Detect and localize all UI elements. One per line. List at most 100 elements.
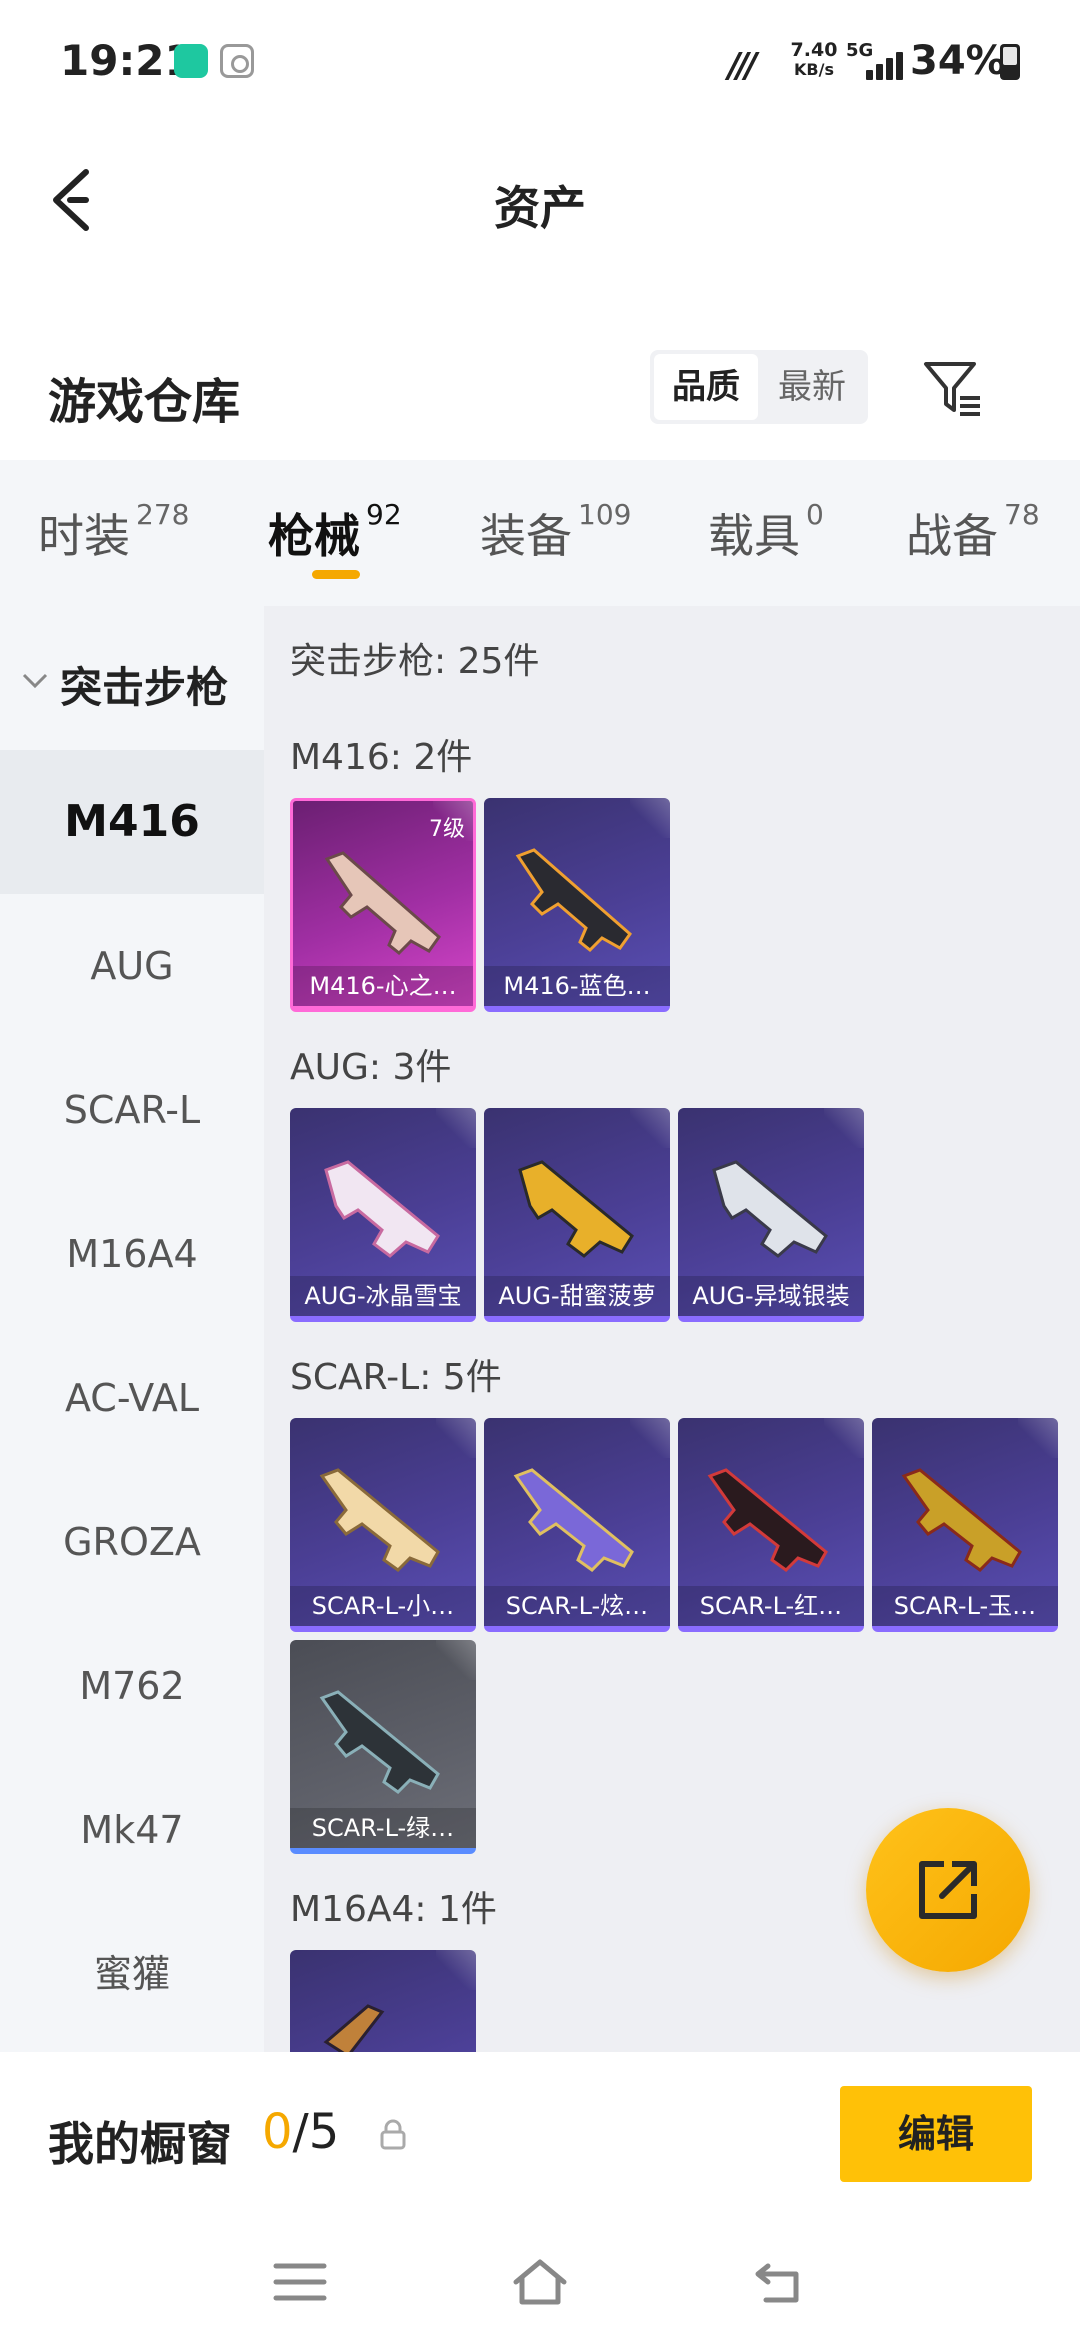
tab-label: 装备 — [480, 509, 572, 563]
section-title: SCAR-L: 5件 — [290, 1357, 502, 1398]
tab-count: 92 — [366, 498, 402, 531]
tab-label: 战备 — [906, 509, 998, 563]
card-corner — [1018, 1418, 1058, 1458]
card-corner — [630, 798, 670, 838]
weapon-sidebar: 突击步枪 M416 AUG SCAR-L M16A4 AC-VAL GROZA … — [0, 606, 264, 2052]
showcase-bar: 我的橱窗 0/5 编辑 — [0, 2052, 1080, 2220]
skin-card[interactable] — [290, 1950, 476, 2052]
showcase-separator: / — [292, 2104, 309, 2160]
menu-icon[interactable] — [270, 2256, 330, 2308]
showcase-current: 0 — [262, 2104, 293, 2160]
section-title: AUG: 3件 — [290, 1047, 452, 1088]
rifle-icon — [324, 1160, 440, 1258]
sidebar-item-m762[interactable]: M762 — [0, 1614, 264, 1758]
network-speed-unit: KB/s — [794, 60, 834, 79]
skin-name: AUG-甜蜜菠萝 — [484, 1276, 670, 1316]
skin-name: M416-蓝色… — [484, 966, 670, 1006]
assault-rifle-total: 突击步枪: 25件 — [290, 641, 540, 682]
skin-card[interactable]: AUG-冰晶雪宝 — [290, 1108, 476, 1322]
sidebar-item-scar-l[interactable]: SCAR-L — [0, 1038, 264, 1182]
warehouse-header: 游戏仓库 品质 最新 — [0, 320, 1080, 460]
sidebar-item-ac-val[interactable]: AC-VAL — [0, 1326, 264, 1470]
skin-card[interactable]: AUG-甜蜜菠萝 — [484, 1108, 670, 1322]
tab-equipment[interactable]: 装备 109 — [480, 498, 632, 566]
tab-guns[interactable]: 枪械 92 — [268, 498, 402, 566]
card-corner — [436, 1418, 476, 1458]
tab-vehicles[interactable]: 载具 0 — [708, 498, 824, 566]
skin-name: AUG-异域银装 — [678, 1276, 864, 1316]
sort-quality-option[interactable]: 品质 — [654, 354, 758, 420]
skin-card[interactable]: SCAR-L-玉… — [872, 1418, 1058, 1632]
skin-card[interactable]: SCAR-L-炫… — [484, 1418, 670, 1632]
sidebar-item-m16a4[interactable]: M16A4 — [0, 1182, 264, 1326]
chevron-down-icon — [22, 673, 48, 689]
category-tabs: 时装 278 枪械 92 装备 109 载具 0 战备 78 — [0, 460, 1080, 606]
rifle-icon — [319, 1468, 440, 1572]
skin-name: AUG-冰晶雪宝 — [290, 1276, 476, 1316]
skin-name: SCAR-L-红… — [678, 1586, 864, 1626]
sidebar-category-label: 突击步枪 — [60, 663, 229, 712]
sidebar-item-honey-badger[interactable]: 蜜獾 — [0, 1902, 264, 2046]
skin-card[interactable]: AUG-异域银装 — [678, 1108, 864, 1322]
tab-fashion[interactable]: 时装 278 — [38, 498, 190, 566]
sort-newest-option[interactable]: 最新 — [760, 354, 864, 420]
sidebar-item-mk47[interactable]: Mk47 — [0, 1758, 264, 1902]
card-corner — [824, 1418, 864, 1458]
tab-label: 载具 — [708, 509, 800, 563]
skin-name: SCAR-L-小… — [290, 1586, 476, 1626]
rifle-icon — [515, 848, 633, 953]
skin-name: M416-心之… — [293, 966, 473, 1006]
tab-count: 0 — [806, 498, 824, 531]
filter-button[interactable] — [920, 356, 986, 422]
system-navigation-bar — [0, 2220, 1080, 2344]
skin-card[interactable]: SCAR-L-小… — [290, 1418, 476, 1632]
rifle-icon — [712, 1160, 828, 1258]
tab-label: 时装 — [38, 509, 130, 563]
skin-card[interactable]: M416-蓝色… — [484, 798, 670, 1012]
skin-name: SCAR-L-绿… — [290, 1808, 476, 1848]
share-button[interactable] — [866, 1808, 1030, 1972]
rifle-icon — [513, 1468, 634, 1572]
tab-label: 枪械 — [268, 509, 360, 563]
nav-header: 资产 — [0, 120, 1080, 280]
share-icon — [919, 1861, 977, 1919]
section-title: M416: 2件 — [290, 737, 473, 778]
home-icon[interactable] — [510, 2256, 570, 2308]
showcase-max: 5 — [308, 2104, 340, 2160]
sidebar-item-groza[interactable]: GROZA — [0, 1470, 264, 1614]
tab-count: 78 — [1004, 498, 1040, 531]
skin-name: SCAR-L-玉… — [872, 1586, 1058, 1626]
rifle-icon — [319, 1690, 440, 1794]
active-tab-indicator — [312, 570, 360, 579]
skin-card[interactable]: SCAR-L-红… — [678, 1418, 864, 1632]
battery-icon — [1000, 44, 1020, 80]
network-speed: 7.40 KB/s — [786, 40, 842, 80]
tab-count: 109 — [578, 498, 632, 531]
edit-button[interactable]: 编辑 — [840, 2086, 1032, 2182]
tab-count: 278 — [136, 498, 190, 531]
card-corner — [436, 1108, 476, 1148]
showcase-title: 我的橱窗 — [48, 2117, 232, 2171]
card-corner — [436, 1640, 476, 1680]
app-notification-icon — [174, 44, 208, 78]
rifle-icon — [518, 1160, 634, 1258]
back-nav-icon[interactable] — [750, 2256, 810, 2308]
network-speed-value: 7.40 — [790, 39, 838, 61]
sidebar-item-m416[interactable]: M416 — [0, 750, 264, 894]
rifle-icon — [901, 1468, 1022, 1572]
warehouse-title: 游戏仓库 — [48, 374, 241, 430]
lock-icon — [380, 2119, 406, 2150]
card-corner — [824, 1108, 864, 1148]
settings-notification-icon — [220, 44, 254, 78]
card-corner — [436, 1950, 476, 1990]
skin-card[interactable]: 7级 M416-心之… — [290, 798, 476, 1012]
card-corner — [630, 1108, 670, 1148]
skin-card[interactable]: SCAR-L-绿… — [290, 1640, 476, 1854]
rifle-icon — [323, 2004, 385, 2052]
sidebar-category-assault-rifle[interactable]: 突击步枪 — [0, 636, 264, 746]
tab-supplies[interactable]: 战备 78 — [906, 498, 1040, 566]
section-title: M16A4: 1件 — [290, 1889, 497, 1930]
network-speed-icon: /// — [728, 46, 757, 86]
sidebar-item-aug[interactable]: AUG — [0, 894, 264, 1038]
battery-percent: 34% — [910, 38, 1006, 84]
